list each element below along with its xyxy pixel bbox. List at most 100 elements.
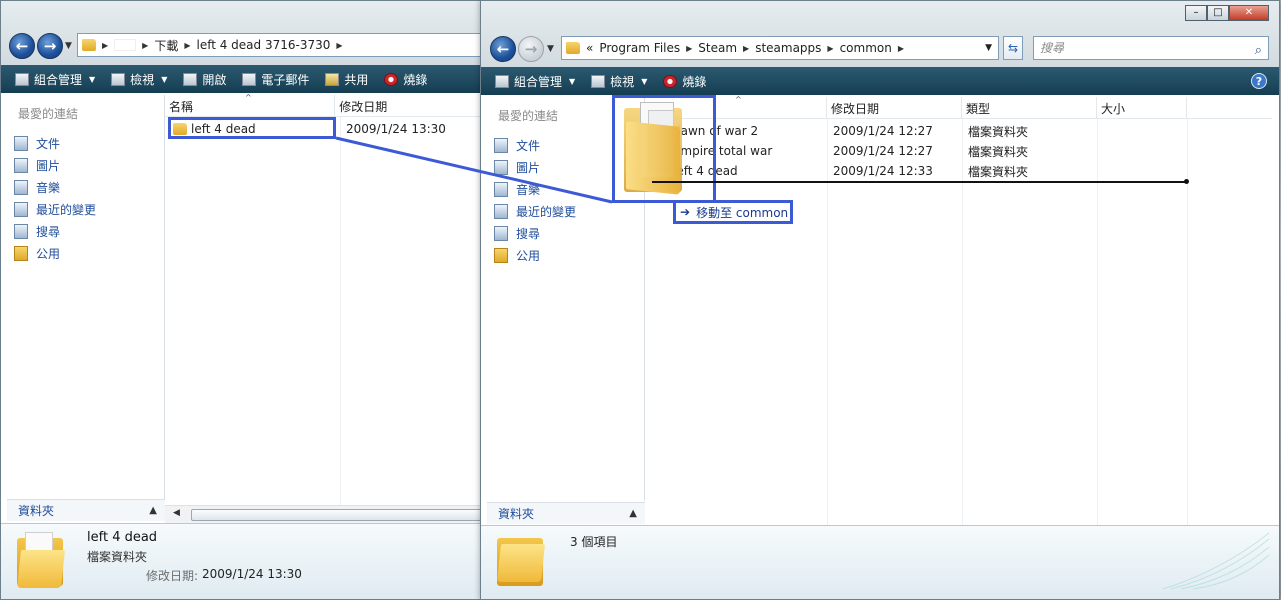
address-dropdown-icon[interactable]: ▼ bbox=[985, 43, 992, 53]
folder-icon bbox=[497, 532, 545, 588]
favorite-label: 圖片 bbox=[516, 160, 541, 175]
maximize-button[interactable]: □ bbox=[1207, 5, 1229, 21]
column-name-header[interactable]: 名稱 ^ bbox=[165, 93, 336, 116]
details-pane: 3 個項目 bbox=[481, 525, 1279, 599]
column-headers: 名稱 ^ 修改日期 bbox=[165, 93, 489, 117]
folder-icon bbox=[82, 39, 96, 51]
breadcrumb-separator-icon[interactable]: ▶ bbox=[336, 41, 342, 50]
column-date-header[interactable]: 修改日期 bbox=[827, 97, 962, 118]
back-button[interactable]: ← bbox=[9, 33, 35, 59]
organize-menu[interactable]: 組合管理 ▼ bbox=[495, 73, 575, 90]
folders-toggle[interactable]: 資料夾 ▲ bbox=[487, 502, 645, 524]
favorite-public[interactable]: 公用 bbox=[7, 242, 164, 264]
details-date: 2009/1/24 13:30 bbox=[202, 567, 302, 581]
breadcrumb-overflow[interactable]: « bbox=[586, 41, 593, 55]
email-button[interactable]: 電子郵件 bbox=[242, 71, 309, 88]
chevron-up-icon: ▲ bbox=[629, 508, 637, 519]
file-date: 2009/1/24 12:27 bbox=[833, 144, 933, 158]
command-bar: 組合管理 ▼ 檢視 ▼ 開啟 電子郵件 共用 燒錄 bbox=[1, 65, 489, 93]
recent-changes-icon bbox=[14, 201, 28, 217]
favorite-search[interactable]: 搜尋 bbox=[487, 222, 644, 244]
favorite-label: 文件 bbox=[36, 136, 61, 151]
search-input[interactable]: 搜尋 ⌕ bbox=[1033, 36, 1269, 60]
file-type: 檔案資料夾 bbox=[968, 164, 1029, 179]
breadcrumb-user[interactable] bbox=[114, 39, 137, 51]
details-date-label: 修改日期: bbox=[146, 569, 199, 583]
search-folder-icon bbox=[14, 223, 28, 239]
decorative-swoosh-icon bbox=[1162, 532, 1270, 590]
breadcrumb-item[interactable]: Steam bbox=[698, 41, 737, 55]
chevron-up-icon: ▲ bbox=[149, 505, 157, 516]
favorite-label: 音樂 bbox=[36, 180, 61, 195]
organize-icon bbox=[15, 72, 29, 86]
breadcrumb-item[interactable]: left 4 dead 3716-3730 bbox=[196, 38, 330, 52]
back-button[interactable]: ← bbox=[490, 36, 516, 62]
column-date-header[interactable]: 修改日期 bbox=[335, 95, 489, 116]
organize-label: 組合管理 bbox=[514, 74, 563, 89]
column-size-header[interactable]: 大小 bbox=[1097, 97, 1187, 118]
breadcrumb-separator-icon[interactable]: ▶ bbox=[743, 44, 749, 53]
burn-button[interactable]: 燒錄 bbox=[384, 71, 427, 88]
favorite-pictures[interactable]: 圖片 bbox=[7, 154, 164, 176]
views-menu[interactable]: 檢視 ▼ bbox=[591, 73, 647, 90]
help-icon[interactable]: ? bbox=[1251, 73, 1267, 89]
item-count: 3 個項目 bbox=[570, 535, 618, 549]
drop-tooltip-label: 移動至 common bbox=[696, 205, 789, 220]
forward-button[interactable]: → bbox=[37, 33, 63, 59]
minimize-button[interactable]: – bbox=[1185, 5, 1207, 21]
search-icon[interactable]: ⌕ bbox=[1255, 40, 1262, 62]
file-list: 名稱^ 修改日期 類型 大小 dawn of war 2 2009/1/24 1… bbox=[647, 95, 1272, 525]
close-button[interactable]: ✕ bbox=[1229, 5, 1269, 21]
burn-button[interactable]: 燒錄 bbox=[663, 73, 706, 90]
details-pane: left 4 dead 檔案資料夾 修改日期: 2009/1/24 13:30 bbox=[1, 523, 489, 599]
favorite-recent[interactable]: 最近的變更 bbox=[7, 198, 164, 220]
favorite-label: 圖片 bbox=[36, 158, 61, 173]
organize-menu[interactable]: 組合管理 ▼ bbox=[15, 71, 95, 88]
views-menu[interactable]: 檢視 ▼ bbox=[111, 71, 167, 88]
breadcrumb-item[interactable]: common bbox=[840, 41, 892, 55]
horizontal-scrollbar[interactable]: ◀ bbox=[165, 505, 489, 523]
history-dropdown-icon[interactable]: ▼ bbox=[65, 41, 72, 51]
column-headers: 名稱^ 修改日期 類型 大小 bbox=[647, 95, 1272, 119]
chevron-down-icon: ▼ bbox=[89, 74, 96, 84]
pictures-icon bbox=[494, 159, 508, 175]
public-folder-icon bbox=[494, 247, 508, 263]
breadcrumb-separator-icon[interactable]: ▶ bbox=[686, 44, 692, 53]
favorite-public[interactable]: 公用 bbox=[487, 244, 644, 266]
sort-ascending-icon: ^ bbox=[735, 95, 742, 104]
breadcrumb-separator-icon[interactable]: ▶ bbox=[827, 44, 833, 53]
folders-label: 資料夾 bbox=[18, 504, 55, 518]
breadcrumb-item[interactable]: Program Files bbox=[599, 41, 680, 55]
command-bar: 組合管理 ▼ 檢視 ▼ 燒錄 ? bbox=[481, 67, 1279, 95]
pictures-icon bbox=[14, 157, 28, 173]
chevron-down-icon: ▼ bbox=[569, 76, 576, 86]
views-icon bbox=[591, 74, 606, 88]
column-type-header[interactable]: 類型 bbox=[962, 97, 1097, 118]
folder-icon bbox=[17, 532, 65, 588]
breadcrumb-separator-icon[interactable]: ▶ bbox=[898, 44, 904, 53]
refresh-button[interactable]: ⇆ bbox=[1003, 36, 1023, 60]
open-button[interactable]: 開啟 bbox=[183, 71, 226, 88]
share-button[interactable]: 共用 bbox=[325, 71, 368, 88]
breadcrumb-separator-icon[interactable]: ▶ bbox=[102, 41, 108, 50]
column-divider bbox=[1097, 119, 1098, 525]
breadcrumb-item[interactable]: 下載 bbox=[154, 37, 178, 54]
favorite-music[interactable]: 音樂 bbox=[7, 176, 164, 198]
column-label: 修改日期 bbox=[831, 102, 880, 116]
history-dropdown-icon[interactable]: ▼ bbox=[547, 44, 554, 54]
scroll-left-icon[interactable]: ◀ bbox=[173, 508, 180, 518]
breadcrumb-item[interactable]: steamapps bbox=[755, 41, 821, 55]
favorite-search[interactable]: 搜尋 bbox=[7, 220, 164, 242]
folders-toggle[interactable]: 資料夾 ▲ bbox=[7, 499, 165, 521]
favorite-recent[interactable]: 最近的變更 bbox=[487, 200, 644, 222]
scroll-thumb[interactable] bbox=[191, 509, 489, 521]
address-bar[interactable]: « Program Files ▶ Steam ▶ steamapps ▶ co… bbox=[561, 36, 999, 60]
favorite-documents[interactable]: 文件 bbox=[7, 132, 164, 154]
recent-changes-icon bbox=[494, 203, 508, 219]
window-controls: – □ ✕ bbox=[1185, 5, 1269, 21]
forward-button[interactable]: → bbox=[518, 36, 544, 62]
address-bar[interactable]: ▶ ▶ 下載 ▶ left 4 dead 3716-3730 ▶ bbox=[77, 33, 489, 57]
breadcrumb-separator-icon[interactable]: ▶ bbox=[184, 41, 190, 50]
breadcrumb-separator-icon[interactable]: ▶ bbox=[142, 41, 148, 50]
file-date: 2009/1/24 13:30 bbox=[346, 122, 446, 136]
